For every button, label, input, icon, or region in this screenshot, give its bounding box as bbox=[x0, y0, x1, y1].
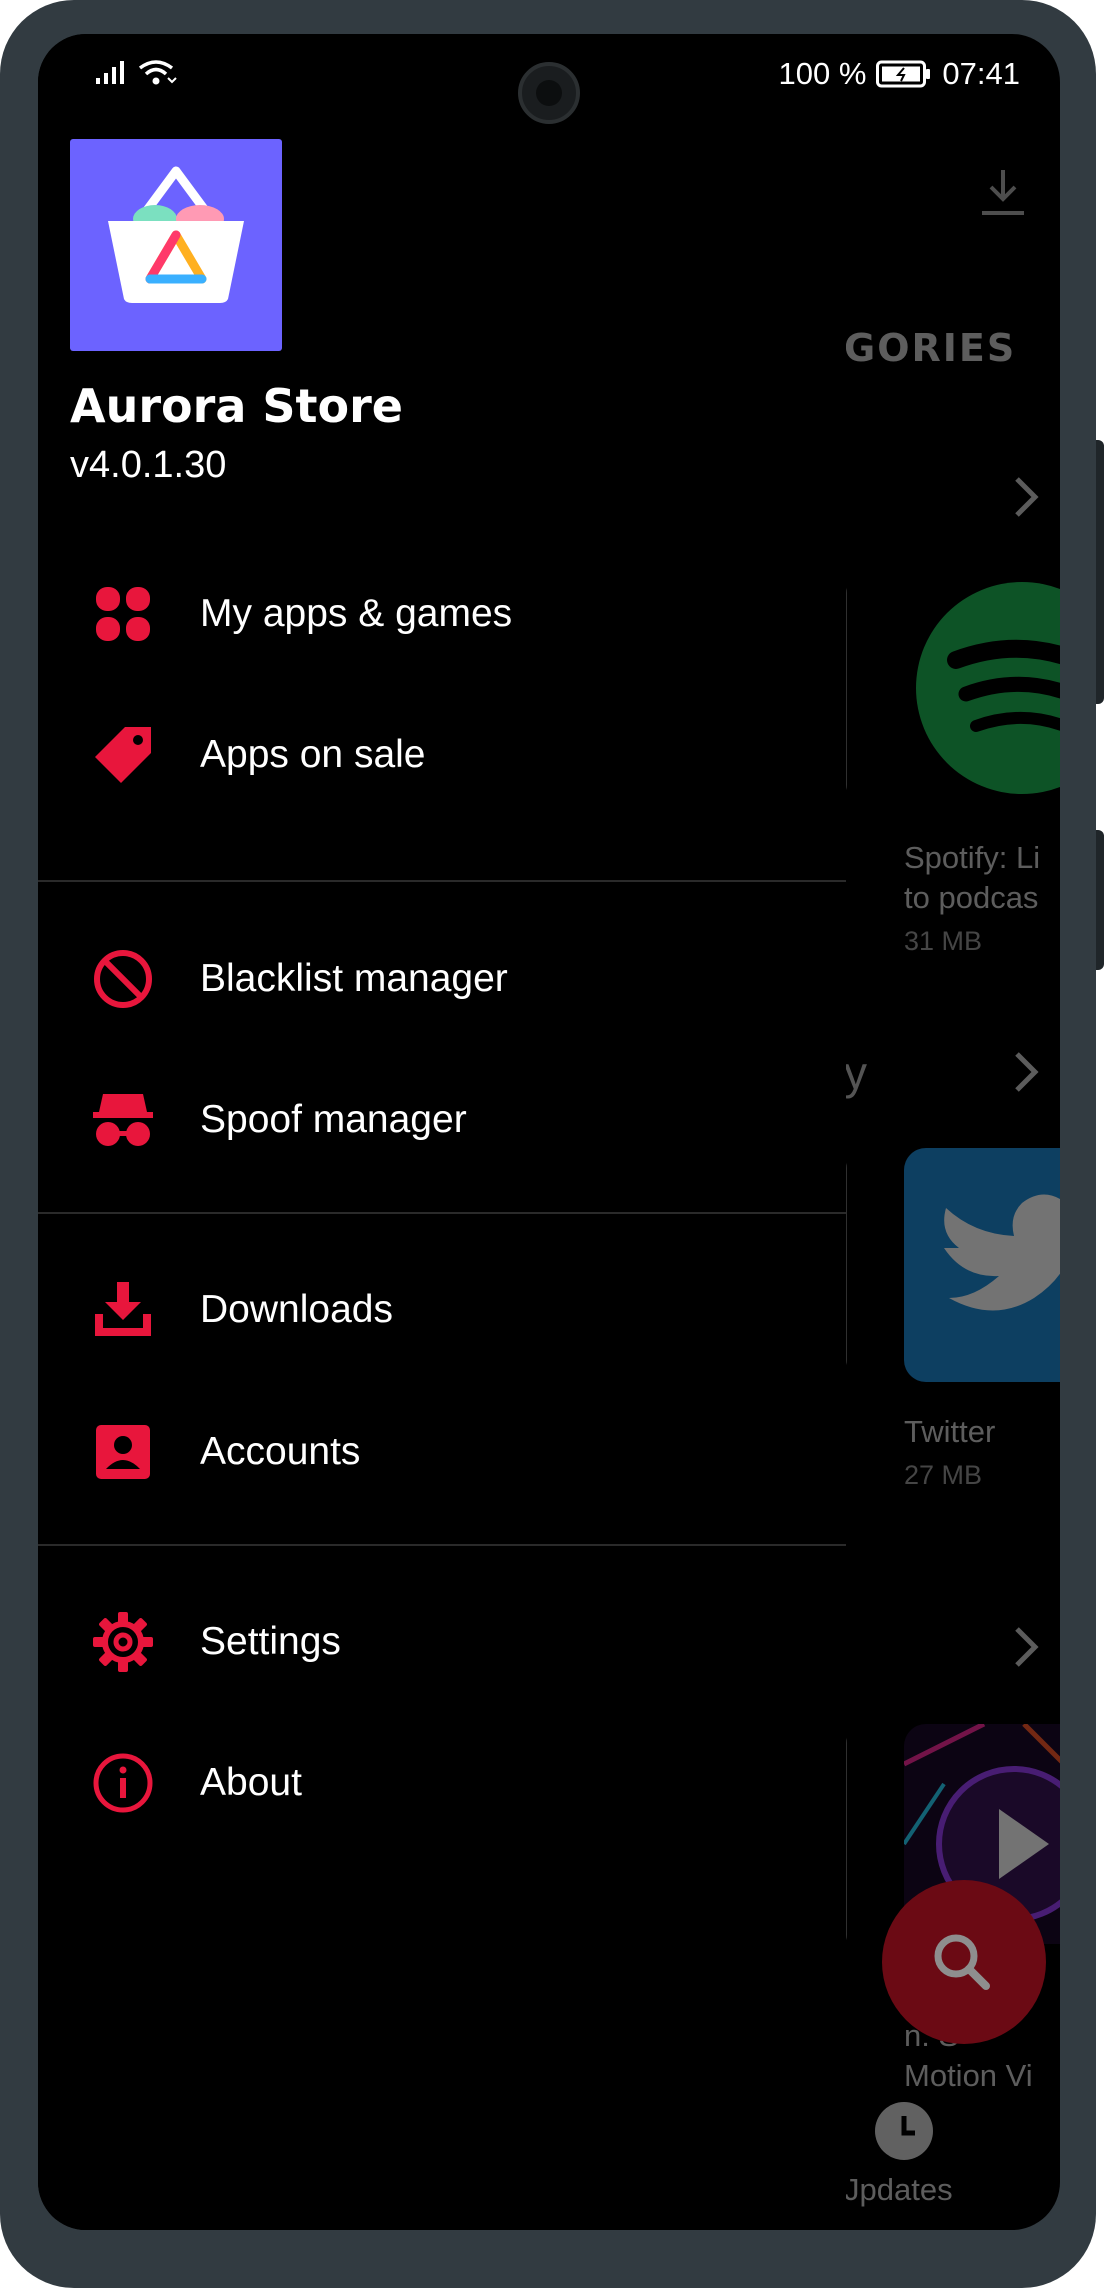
app-size: 31 MB bbox=[904, 926, 983, 956]
menu-item-label: Downloads bbox=[200, 1288, 393, 1331]
menu-item-settings[interactable]: Settings bbox=[38, 1577, 846, 1707]
block-icon bbox=[90, 946, 156, 1012]
apps-grid-icon bbox=[90, 581, 156, 647]
account-box-icon bbox=[90, 1419, 156, 1485]
battery-percent: 100 % bbox=[778, 56, 867, 91]
clock: 07:41 bbox=[942, 56, 1020, 91]
twitter-icon[interactable] bbox=[904, 1148, 1060, 1382]
download-icon[interactable] bbox=[978, 166, 1028, 218]
info-icon bbox=[90, 1750, 156, 1816]
app-version: v4.0.1.30 bbox=[70, 444, 227, 486]
menu-divider bbox=[38, 880, 846, 882]
menu-item-blacklist-manager[interactable]: Blacklist manager bbox=[38, 914, 846, 1044]
download-tray-icon bbox=[90, 1277, 156, 1343]
app-name: Aurora Store bbox=[70, 379, 403, 433]
updates-tab-icon[interactable] bbox=[875, 2102, 933, 2160]
search-fab[interactable] bbox=[882, 1880, 1046, 2044]
updates-tab-label[interactable]: Jpdates bbox=[844, 2172, 953, 2208]
app-title: Motion Vi bbox=[904, 2058, 1033, 2093]
menu-item-label: About bbox=[200, 1761, 302, 1804]
menu-item-label: Accounts bbox=[200, 1430, 361, 1473]
power-button bbox=[1096, 830, 1104, 970]
chevron-right-icon[interactable] bbox=[1012, 1050, 1040, 1094]
menu-item-label: Apps on sale bbox=[200, 733, 426, 776]
menu-item-label: Settings bbox=[200, 1620, 341, 1663]
signal-icon bbox=[96, 61, 124, 84]
menu-item-downloads[interactable]: Downloads bbox=[38, 1245, 846, 1375]
app-title: Twitter bbox=[904, 1414, 996, 1449]
app-title: Spotify: Li bbox=[904, 840, 1041, 875]
app-title: to podcas bbox=[904, 880, 1039, 915]
menu-item-accounts[interactable]: Accounts bbox=[38, 1387, 846, 1517]
menu-item-about[interactable]: About bbox=[38, 1718, 846, 1848]
volume-button bbox=[1096, 440, 1104, 704]
spotify-icon[interactable] bbox=[916, 582, 1060, 794]
menu-item-label: Spoof manager bbox=[200, 1098, 467, 1141]
battery-icon bbox=[876, 60, 931, 88]
menu-item-my-apps[interactable]: My apps & games bbox=[38, 549, 846, 679]
menu-item-spoof-manager[interactable]: Spoof manager bbox=[38, 1055, 846, 1185]
screen: 100 % 07:41 GORIES Spotify: Li to podcas… bbox=[38, 34, 1060, 2230]
sale-tag-icon bbox=[90, 722, 156, 788]
aurora-logo bbox=[70, 139, 282, 351]
spy-icon bbox=[90, 1087, 156, 1153]
section-letter: y bbox=[844, 1047, 867, 1099]
wifi-icon bbox=[138, 60, 177, 85]
menu-divider bbox=[38, 1544, 846, 1546]
app-size: 27 MB bbox=[904, 1460, 983, 1490]
navigation-drawer: Aurora Store v4.0.1.30 My apps & games A… bbox=[38, 34, 846, 2230]
search-icon bbox=[934, 1934, 990, 1990]
menu-item-label: Blacklist manager bbox=[200, 957, 508, 1000]
gear-icon bbox=[90, 1609, 156, 1675]
menu-item-apps-on-sale[interactable]: Apps on sale bbox=[38, 690, 846, 820]
section-header: GORIES bbox=[844, 326, 1017, 370]
menu-item-label: My apps & games bbox=[200, 592, 513, 635]
front-camera bbox=[518, 62, 580, 124]
chevron-right-icon[interactable] bbox=[1012, 475, 1040, 519]
menu-divider bbox=[38, 1212, 846, 1214]
chevron-right-icon[interactable] bbox=[1012, 1625, 1040, 1669]
